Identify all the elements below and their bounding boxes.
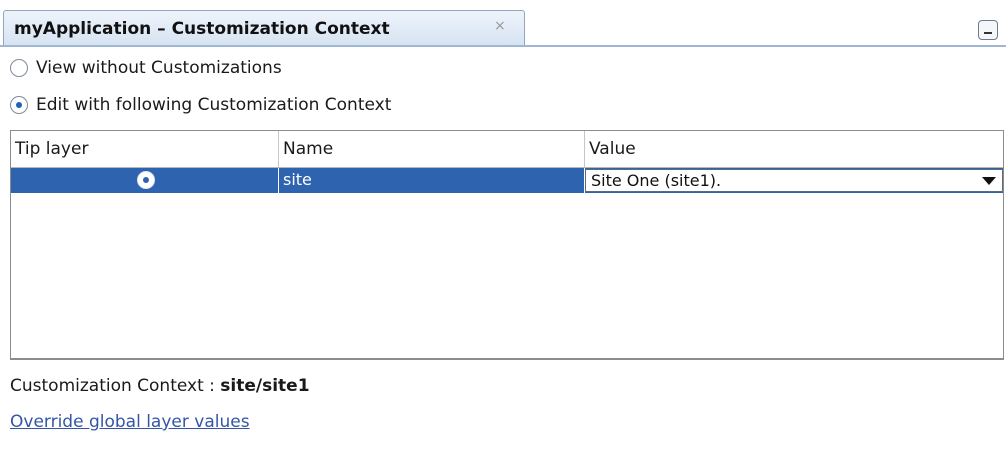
customization-table: Tip layer Name Value site Site One (site… bbox=[10, 130, 1004, 360]
customization-context-line: Customization Context : site/site1 bbox=[10, 376, 310, 396]
close-icon[interactable]: × bbox=[494, 18, 506, 34]
tip-layer-radio[interactable] bbox=[137, 171, 155, 189]
context-label: Customization Context : bbox=[10, 376, 221, 396]
tab-strip: myApplication – Customization Context × bbox=[0, 0, 1006, 48]
tab-strip-divider bbox=[0, 45, 1006, 47]
view-without-label: View without Customizations bbox=[36, 58, 282, 78]
column-header-name[interactable]: Name bbox=[279, 131, 585, 167]
name-value: site bbox=[283, 170, 312, 189]
column-header-value[interactable]: Value bbox=[585, 131, 1003, 167]
tab-customization-context[interactable]: myApplication – Customization Context × bbox=[3, 10, 525, 46]
option-edit-with[interactable]: Edit with following Customization Contex… bbox=[10, 91, 391, 119]
column-header-tip-layer[interactable]: Tip layer bbox=[11, 131, 279, 167]
tab-title: myApplication – Customization Context bbox=[14, 19, 390, 39]
edit-with-label: Edit with following Customization Contex… bbox=[36, 95, 392, 115]
chevron-down-icon[interactable] bbox=[982, 177, 996, 185]
name-cell[interactable]: site bbox=[279, 168, 585, 193]
edit-with-radio[interactable] bbox=[10, 96, 28, 114]
context-value: site/site1 bbox=[220, 376, 310, 396]
value-selected-text: Site One (site1). bbox=[591, 171, 722, 190]
minimize-icon[interactable] bbox=[978, 20, 998, 40]
table-row[interactable]: site Site One (site1). bbox=[11, 168, 1003, 193]
value-dropdown[interactable]: Site One (site1). bbox=[585, 169, 1003, 192]
view-without-radio[interactable] bbox=[10, 59, 28, 77]
override-global-layer-link[interactable]: Override global layer values bbox=[10, 412, 250, 432]
tip-layer-cell[interactable] bbox=[11, 168, 279, 193]
table-header: Tip layer Name Value bbox=[11, 131, 1003, 168]
option-view-without[interactable]: View without Customizations bbox=[10, 54, 282, 82]
